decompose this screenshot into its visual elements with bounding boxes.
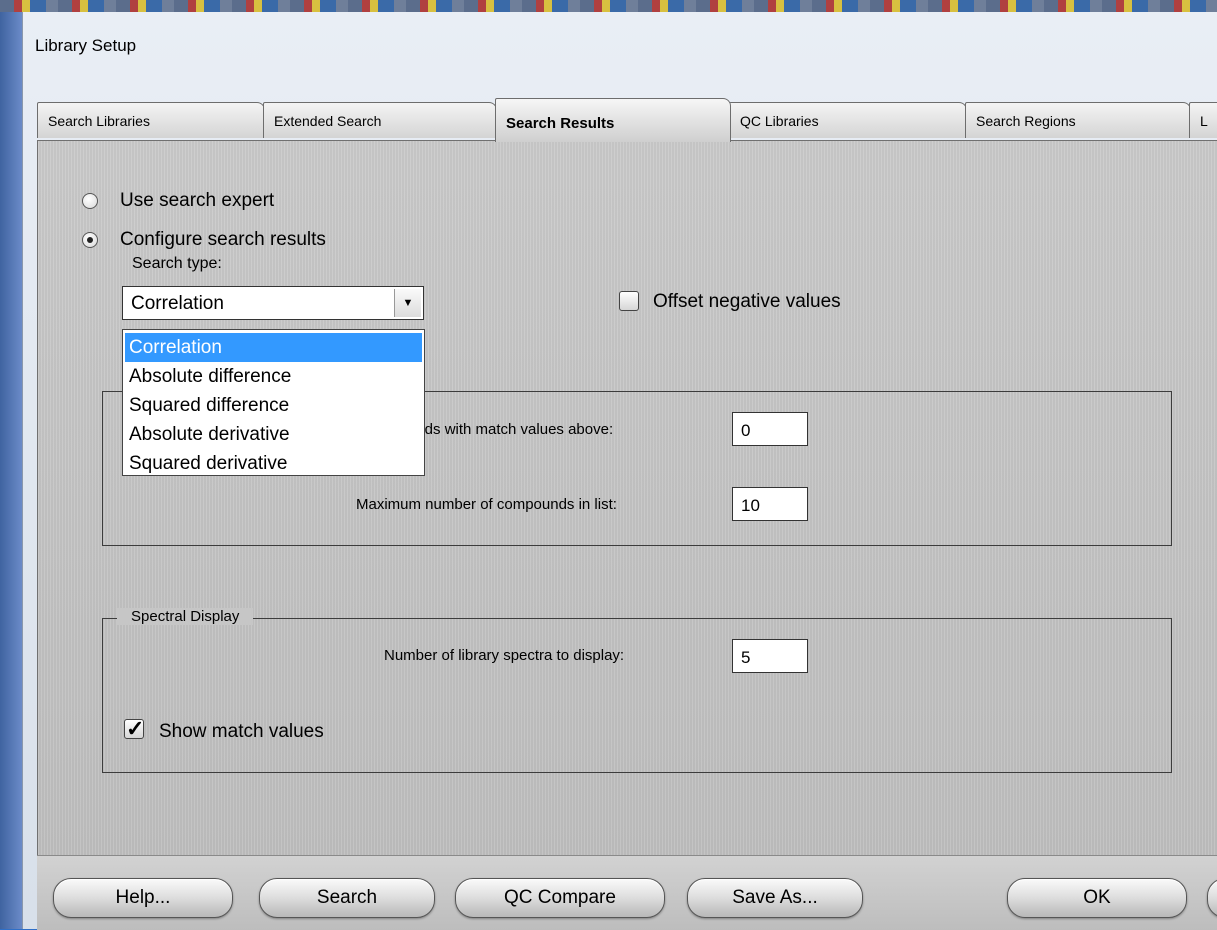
option-absolute-difference[interactable]: Absolute difference xyxy=(125,362,422,391)
search-type-select[interactable]: Correlation ▼ xyxy=(122,286,424,320)
dialog-title: Library Setup xyxy=(35,36,137,55)
save-as-button[interactable]: Save As... xyxy=(687,878,863,918)
tab-search-results[interactable]: Search Results xyxy=(495,98,731,142)
tab-search-libraries[interactable]: Search Libraries xyxy=(37,102,265,138)
offset-negative-checkbox[interactable] xyxy=(619,291,639,311)
tab-overflow[interactable]: L xyxy=(1189,102,1217,138)
tab-qc-libraries[interactable]: QC Libraries xyxy=(729,102,967,138)
dialog-button-bar: Help... Search QC Compare Save As... OK xyxy=(37,855,1217,930)
tab-search-regions[interactable]: Search Regions xyxy=(965,102,1191,138)
option-correlation[interactable]: Correlation xyxy=(125,333,422,362)
search-button[interactable]: Search xyxy=(259,878,435,918)
search-type-label: Search type: xyxy=(132,255,222,272)
max-compounds-label: Maximum number of compounds in list: xyxy=(356,496,617,513)
option-squared-difference[interactable]: Squared difference xyxy=(125,391,422,420)
chevron-down-icon[interactable]: ▼ xyxy=(394,289,421,317)
search-results-panel: Use search expert Configure search resul… xyxy=(37,140,1217,856)
checkmark-icon: ✓ xyxy=(126,716,145,741)
cancel-button-partial[interactable] xyxy=(1207,878,1217,918)
search-type-value: Correlation xyxy=(131,293,224,314)
library-setup-dialog: Library Setup Search Libraries Extended … xyxy=(22,12,1217,930)
desktop-left-edge xyxy=(0,12,22,929)
option-squared-derivative[interactable]: Squared derivative xyxy=(125,449,422,478)
radio-use-search-expert[interactable] xyxy=(82,193,98,209)
background-toolbar-strip xyxy=(0,0,1217,12)
tab-strip: Search Libraries Extended Search Search … xyxy=(37,90,1217,142)
min-match-input[interactable]: 0 xyxy=(732,412,808,446)
use-search-expert-option[interactable]: Use search expert xyxy=(82,189,274,213)
ok-button[interactable]: OK xyxy=(1007,878,1187,918)
num-spectra-input[interactable]: 5 xyxy=(732,639,808,673)
search-type-dropdown: Correlation Absolute difference Squared … xyxy=(122,329,425,476)
offset-negative-label: Offset negative values xyxy=(653,291,841,312)
qc-compare-button[interactable]: QC Compare xyxy=(455,878,665,918)
show-match-values-label: Show match values xyxy=(159,721,324,742)
spectral-display-group xyxy=(102,618,1172,773)
configure-search-results-label: Configure search results xyxy=(120,229,326,250)
option-absolute-derivative[interactable]: Absolute derivative xyxy=(125,420,422,449)
min-match-label: unds with match values above: xyxy=(408,421,614,438)
spectral-display-title: Spectral Display xyxy=(117,608,254,625)
tab-extended-search[interactable]: Extended Search xyxy=(263,102,497,138)
num-spectra-label: Number of library spectra to display: xyxy=(384,647,625,664)
radio-configure-search-results[interactable] xyxy=(82,232,98,248)
configure-search-results-option[interactable]: Configure search results xyxy=(82,228,326,252)
show-match-values-checkbox[interactable]: ✓ xyxy=(124,716,145,741)
help-button[interactable]: Help... xyxy=(53,878,233,918)
use-search-expert-label: Use search expert xyxy=(120,190,275,211)
max-compounds-input[interactable]: 10 xyxy=(732,487,808,521)
